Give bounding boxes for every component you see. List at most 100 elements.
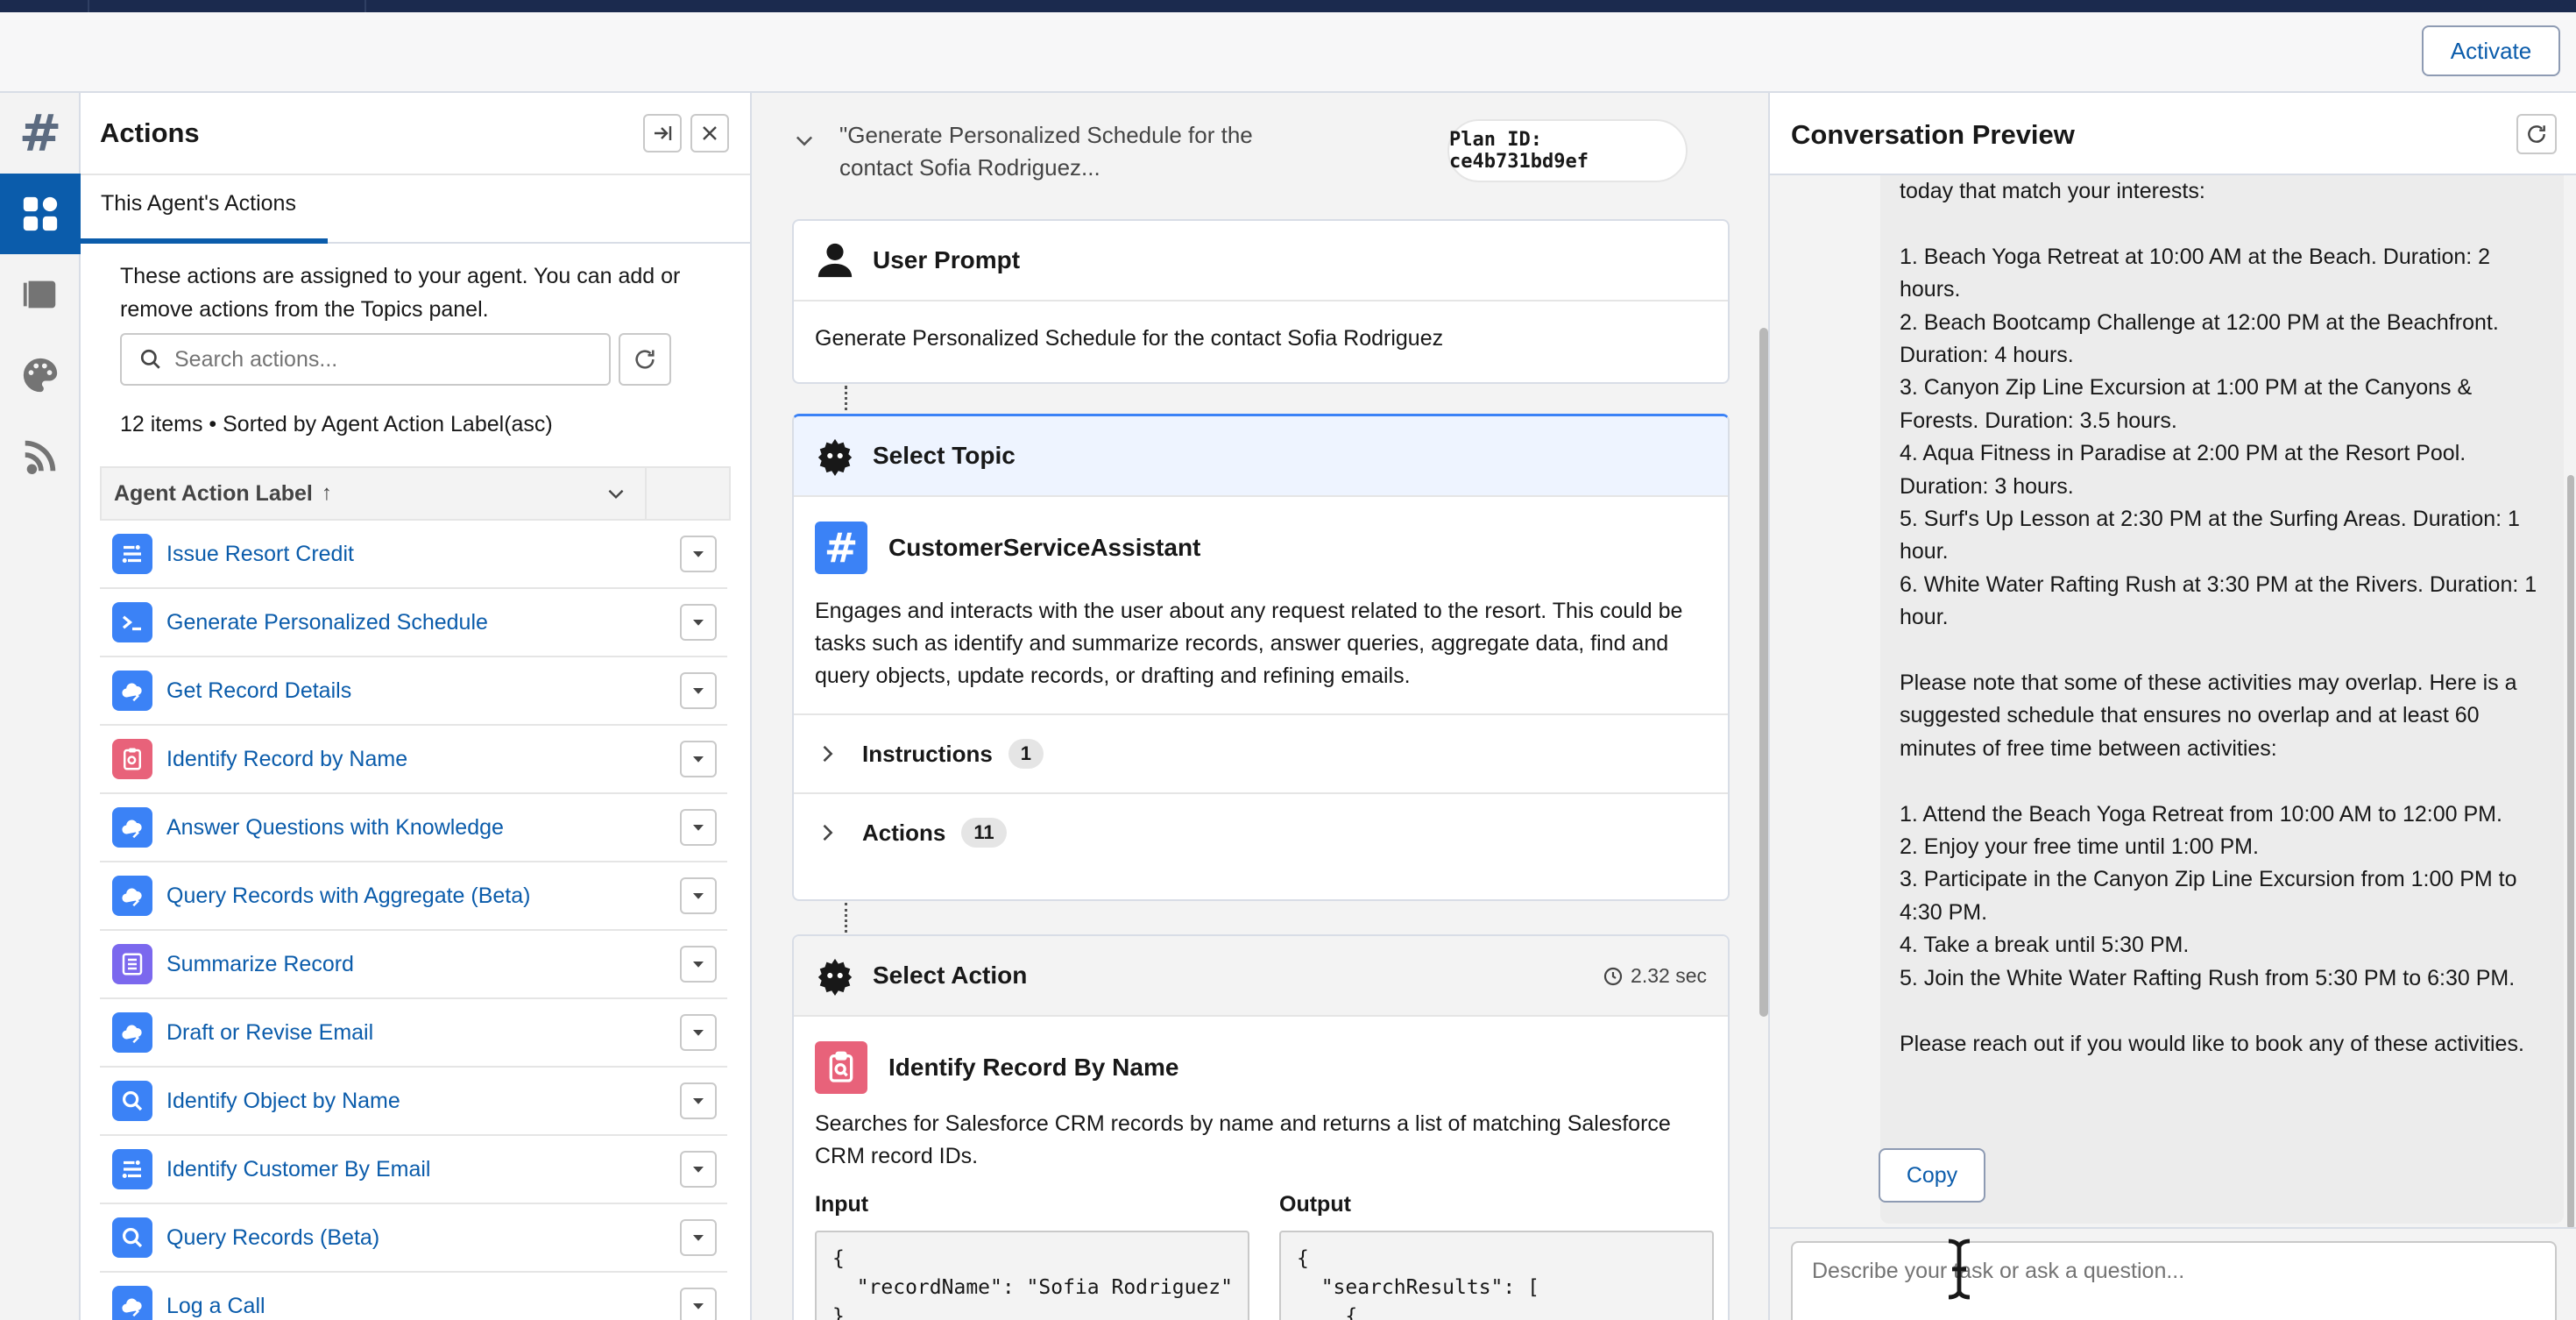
plan-scrollbar[interactable] bbox=[1759, 328, 1768, 1017]
plan-header: "Generate Personalized Schedule for the … bbox=[752, 93, 1770, 207]
instructions-accordion[interactable]: Instructions 1 bbox=[794, 713, 1728, 792]
row-actions-dropdown[interactable] bbox=[680, 946, 717, 983]
table-row[interactable]: Generate Personalized Schedule bbox=[100, 589, 727, 657]
caret-down-icon bbox=[693, 620, 704, 626]
table-row[interactable]: Identify Object by Name bbox=[100, 1068, 727, 1136]
rail-topics[interactable]: # bbox=[0, 93, 81, 174]
instructions-count-badge: 1 bbox=[1008, 739, 1044, 769]
refresh-actions-button[interactable] bbox=[619, 333, 671, 386]
message-input[interactable]: Describe your task or ask a question... bbox=[1791, 1241, 2557, 1320]
action-link[interactable]: Generate Personalized Schedule bbox=[166, 610, 488, 635]
rail-connections[interactable] bbox=[0, 415, 81, 496]
action-link[interactable]: Draft or Revise Email bbox=[166, 1020, 373, 1046]
refresh-conversation-button[interactable] bbox=[2516, 114, 2557, 154]
actions-accordion[interactable]: Actions 11 bbox=[794, 792, 1728, 871]
message-input-placeholder: Describe your task or ask a question... bbox=[1812, 1259, 2185, 1283]
message-line: 3. Canyon Zip Line Excursion at 1:00 PM … bbox=[1900, 375, 2473, 433]
actions-label: Actions bbox=[862, 819, 946, 846]
action-link[interactable]: Query Records (Beta) bbox=[166, 1225, 379, 1251]
search-placeholder: Search actions... bbox=[174, 346, 338, 372]
action-link[interactable]: Get Record Details bbox=[166, 678, 351, 704]
actions-panel-header: Actions bbox=[81, 93, 750, 175]
topic-description: Engages and interacts with the user abou… bbox=[815, 599, 1683, 688]
message-line: 5. Surf's Up Lesson at 2:30 PM at the Su… bbox=[1900, 507, 2520, 564]
row-actions-dropdown[interactable] bbox=[680, 1151, 717, 1188]
message-line: 4. Aqua Fitness in Paradise at 2:00 PM a… bbox=[1900, 441, 2466, 499]
row-actions-dropdown[interactable] bbox=[680, 536, 717, 572]
row-actions-dropdown[interactable] bbox=[680, 741, 717, 777]
table-row[interactable]: Identify Customer By Email bbox=[100, 1136, 727, 1204]
rail-theme[interactable] bbox=[0, 335, 81, 415]
chevron-down-icon[interactable] bbox=[792, 128, 817, 153]
hash-icon: # bbox=[18, 103, 62, 163]
action-link[interactable]: Query Records with Aggregate (Beta) bbox=[166, 884, 530, 909]
table-row[interactable]: Query Records (Beta) bbox=[100, 1204, 727, 1273]
table-row[interactable]: Log a Call bbox=[100, 1273, 727, 1320]
column-menu-button[interactable] bbox=[596, 482, 636, 505]
action-row: Identify Record By Name bbox=[794, 1017, 1728, 1108]
action-link[interactable]: Issue Resort Credit bbox=[166, 542, 354, 567]
row-actions-dropdown[interactable] bbox=[680, 877, 717, 914]
table-row[interactable]: Answer Questions with Knowledge bbox=[100, 794, 727, 862]
cloud-icon bbox=[112, 671, 152, 711]
table-row[interactable]: Get Record Details bbox=[100, 657, 727, 726]
rail-actions[interactable] bbox=[0, 174, 81, 254]
tab-this-agents-actions[interactable]: This Agent's Actions bbox=[101, 191, 296, 216]
message-line: Please reach out if you would like to bo… bbox=[1900, 1031, 2524, 1056]
input-code-block: { "recordName": "Sofia Rodriguez" } bbox=[815, 1231, 1249, 1320]
chevron-right-icon bbox=[823, 824, 833, 841]
agent-icon bbox=[817, 958, 853, 996]
output-code-block: { "searchResults": [ { bbox=[1279, 1231, 1714, 1320]
rail-library[interactable] bbox=[0, 254, 81, 335]
copy-button[interactable]: Copy bbox=[1879, 1148, 1985, 1203]
close-panel-button[interactable] bbox=[690, 114, 729, 153]
action-link[interactable]: Identify Record by Name bbox=[166, 747, 407, 772]
action-link[interactable]: Identify Object by Name bbox=[166, 1089, 400, 1114]
global-top-bar bbox=[0, 0, 2576, 12]
table-row[interactable]: Summarize Record bbox=[100, 931, 727, 999]
topic-name: CustomerServiceAssistant bbox=[888, 534, 1201, 561]
select-action-title: Select Action bbox=[873, 962, 1028, 989]
select-action-header: Select Action 2.32 sec bbox=[794, 936, 1728, 1017]
table-row[interactable]: Identify Record by Name bbox=[100, 726, 727, 794]
row-actions-dropdown[interactable] bbox=[680, 604, 717, 641]
clock-icon bbox=[1603, 967, 1623, 985]
conversation-scrollbar[interactable] bbox=[2567, 475, 2574, 1229]
row-actions-dropdown[interactable] bbox=[680, 1219, 717, 1256]
caret-down-icon bbox=[693, 1303, 704, 1309]
activate-button[interactable]: Activate bbox=[2422, 25, 2560, 76]
action-link[interactable]: Summarize Record bbox=[166, 952, 354, 977]
search-actions-input[interactable]: Search actions... bbox=[120, 333, 611, 386]
row-actions-dropdown[interactable] bbox=[680, 672, 717, 709]
actions-table-body: Issue Resort Credit Generate Personalized… bbox=[100, 521, 727, 1320]
items-count: 12 items • Sorted by Agent Action Label(… bbox=[120, 412, 553, 436]
select-topic-card: Select Topic # CustomerServiceAssistant … bbox=[792, 414, 1730, 901]
top-bar-divider bbox=[88, 0, 89, 12]
row-actions-dropdown[interactable] bbox=[680, 1288, 717, 1320]
list-icon bbox=[112, 944, 152, 984]
row-actions-dropdown[interactable] bbox=[680, 809, 717, 846]
caret-down-icon bbox=[693, 825, 704, 831]
message-line: 2. Enjoy your free time until 1:00 PM. bbox=[1900, 834, 2259, 860]
builder-header: Activate bbox=[0, 12, 2576, 93]
action-name: Identify Record By Name bbox=[888, 1054, 1179, 1081]
table-row[interactable]: Query Records with Aggregate (Beta) bbox=[100, 862, 727, 931]
action-link[interactable]: Log a Call bbox=[166, 1294, 265, 1319]
chevron-down-icon bbox=[608, 489, 624, 500]
palette-icon bbox=[23, 358, 58, 393]
action-timing: 2.32 sec bbox=[1603, 964, 1707, 988]
action-link[interactable]: Answer Questions with Knowledge bbox=[166, 815, 504, 841]
message-line: Please note that some of these activitie… bbox=[1900, 671, 2517, 761]
step-connector bbox=[845, 386, 847, 417]
row-actions-dropdown[interactable] bbox=[680, 1014, 717, 1051]
table-row[interactable]: Draft or Revise Email bbox=[100, 999, 727, 1068]
action-link[interactable]: Identify Customer By Email bbox=[166, 1157, 431, 1182]
column-header-agent-action-label[interactable]: Agent Action Label ↑ bbox=[102, 481, 596, 507]
table-row[interactable]: Issue Resort Credit bbox=[100, 521, 727, 589]
user-prompt-header: User Prompt bbox=[794, 221, 1728, 302]
actions-panel: Actions This Agent's Actions These actio… bbox=[81, 93, 752, 1320]
row-actions-dropdown[interactable] bbox=[680, 1082, 717, 1119]
collapse-panel-button[interactable] bbox=[643, 114, 682, 153]
